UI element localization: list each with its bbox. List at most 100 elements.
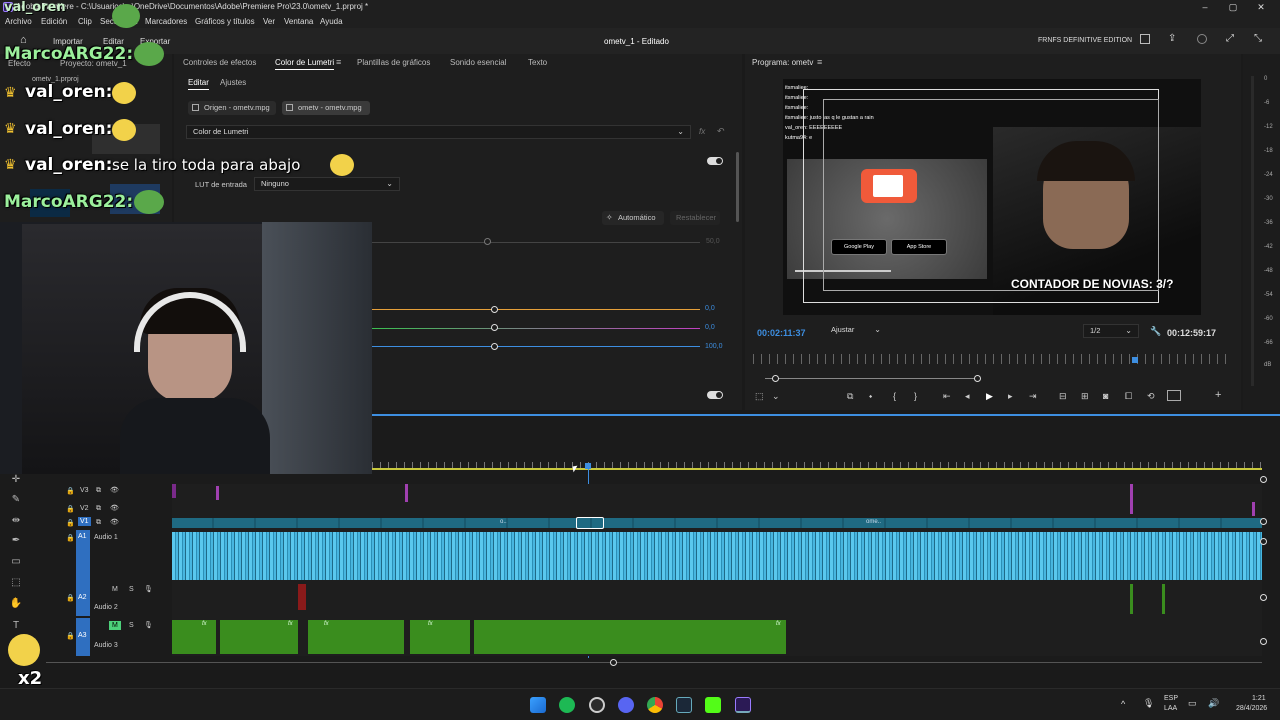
settings-dropdown-icon[interactable]: ⌄	[772, 391, 780, 402]
panel-menu-icon[interactable]: ≡	[336, 57, 341, 67]
graphic-clip[interactable]	[216, 486, 219, 500]
saturation-knob[interactable]	[491, 343, 498, 350]
add-button-icon[interactable]: +	[1215, 389, 1221, 401]
basic-correction-toggle[interactable]	[707, 157, 723, 165]
track-zoom-handle[interactable]	[1260, 538, 1267, 545]
mute-button[interactable]: M	[112, 586, 118, 593]
tab-effect-controls[interactable]: Controles de efectos	[183, 58, 256, 67]
step-forward-icon[interactable]: ▸	[1008, 391, 1013, 402]
compare-icon[interactable]: ⧠	[1125, 391, 1132, 402]
tint-value[interactable]: 0,0	[705, 324, 715, 331]
saturation-value[interactable]: 100,0	[705, 343, 723, 350]
v1-video-clips[interactable]	[172, 518, 1262, 528]
track-id[interactable]: V1	[78, 517, 91, 526]
marker-icon[interactable]: ⬚	[755, 391, 764, 402]
sync-icon[interactable]: ⧉	[96, 519, 101, 527]
menu-marcadores[interactable]: Marcadores	[145, 17, 187, 26]
a3-audio-clip[interactable]	[410, 620, 470, 654]
language-indicator-sub[interactable]: LAA	[1164, 705, 1177, 712]
zoom-bar[interactable]	[765, 378, 977, 379]
obs-icon[interactable]	[589, 697, 605, 713]
zoom-handle-right[interactable]	[974, 375, 981, 382]
track-id[interactable]: A1	[78, 533, 87, 540]
eye-icon[interactable]: 👁	[110, 486, 119, 494]
track-zoom-handle[interactable]	[1260, 594, 1267, 601]
track-zoom-handle[interactable]	[1260, 638, 1267, 645]
track-zoom-handle[interactable]	[1260, 476, 1267, 483]
menu-archivo[interactable]: Archivo	[5, 17, 32, 26]
a2-audio-clip[interactable]	[1162, 584, 1165, 614]
effect-dropdown[interactable]: Color de Lumetri ⌄	[186, 125, 691, 139]
reset-button[interactable]: Restablecer	[670, 211, 720, 225]
temperature-knob[interactable]	[491, 306, 498, 313]
a3-audio-clip[interactable]	[172, 620, 216, 654]
eye-icon[interactable]: 👁	[110, 518, 119, 526]
a3-audio-clip[interactable]	[308, 620, 404, 654]
tab-lumetri[interactable]: Color de Lumetri	[275, 58, 335, 70]
mic-icon[interactable]: 🎙	[144, 621, 153, 629]
lock-icon[interactable]: 🔒	[66, 519, 75, 527]
tint-knob[interactable]	[491, 324, 498, 331]
close-button[interactable]: ✕	[1246, 0, 1276, 14]
a3-audio-clip[interactable]	[474, 620, 786, 654]
mic-icon[interactable]: 🎙	[144, 585, 153, 593]
graphic-clip[interactable]	[1130, 484, 1133, 514]
maximize-panel-icon[interactable]: ⤡	[1254, 33, 1262, 44]
temperature-value[interactable]: 0,0	[705, 305, 715, 312]
track-id[interactable]: A3	[78, 632, 87, 639]
graphic-clip[interactable]	[1252, 502, 1255, 516]
workspaces-icon[interactable]	[1140, 34, 1150, 44]
a1-audio-clip[interactable]	[172, 532, 1262, 580]
type-tool-icon[interactable]: T	[8, 620, 24, 634]
zoom-handle-left[interactable]	[772, 375, 779, 382]
menu-ver[interactable]: Ver	[263, 17, 275, 26]
menu-graficos[interactable]: Gráficos y títulos	[195, 17, 255, 26]
go-to-in-icon[interactable]: ⇤	[943, 391, 951, 402]
timeline-scroll-handle[interactable]	[610, 659, 617, 666]
timeline-ruler[interactable]	[372, 462, 1262, 470]
lock-icon[interactable]: 🔒	[66, 487, 75, 495]
share-icon[interactable]: ⇪	[1168, 33, 1176, 44]
auto-button[interactable]: ✧ Automático	[602, 211, 664, 225]
tray-chevron-icon[interactable]: ^	[1121, 699, 1125, 709]
mute-button[interactable]: M	[109, 621, 121, 630]
network-icon[interactable]: ▭	[1188, 698, 1197, 709]
vr-icon[interactable]: ⟲	[1147, 391, 1155, 402]
lock-icon[interactable]: 🔒	[66, 505, 75, 513]
track-id[interactable]: V3	[80, 487, 89, 494]
tab-essential-sound[interactable]: Sonido esencial	[450, 58, 506, 67]
add-marker-icon[interactable]: ⬩	[869, 391, 872, 402]
lut-dropdown[interactable]: Ninguno ⌄	[254, 177, 400, 191]
lock-icon[interactable]: 🔒	[66, 534, 75, 542]
volume-icon[interactable]: 🔊	[1208, 698, 1219, 709]
selected-clip[interactable]	[576, 517, 604, 529]
video-frame[interactable]: Google Play App Store itsmaliee: itsmali…	[783, 79, 1201, 315]
sync-icon[interactable]: ⧉	[96, 505, 101, 513]
a2-audio-clip[interactable]	[298, 584, 306, 610]
lift-clip-icon[interactable]: ⊟	[1059, 391, 1067, 402]
a2-audio-clip[interactable]	[1130, 584, 1133, 614]
kick-icon[interactable]	[705, 697, 721, 713]
chrome-icon[interactable]	[647, 697, 663, 713]
lock-icon[interactable]: 🔒	[66, 594, 75, 602]
subtab-settings[interactable]: Ajustes	[220, 78, 246, 87]
panel-menu-icon[interactable]: ≡	[817, 57, 822, 67]
extract-icon[interactable]: ⊞	[1081, 391, 1089, 402]
clock-date[interactable]: 28/4/2026	[1236, 705, 1267, 712]
mic-tray-icon[interactable]: 🎙	[1143, 698, 1154, 709]
track-id[interactable]: V2	[80, 505, 89, 512]
go-to-out-icon[interactable]: ⇥	[1029, 391, 1037, 402]
windows-start-icon[interactable]	[530, 697, 546, 713]
fullscreen-icon[interactable]: ⤢	[1226, 33, 1234, 44]
spotify-icon[interactable]	[559, 697, 575, 713]
sync-icon[interactable]: ⧉	[96, 487, 101, 495]
fx-icon[interactable]: fx	[699, 127, 705, 136]
discord-icon[interactable]	[618, 697, 634, 713]
steam-icon[interactable]	[676, 697, 692, 713]
slider-knob[interactable]	[484, 238, 491, 245]
mark-in-icon[interactable]: {	[893, 391, 896, 401]
creative-toggle[interactable]	[707, 391, 723, 399]
graphic-clip[interactable]	[172, 484, 176, 498]
resolution-dropdown[interactable]: 1/2 ⌄	[1083, 324, 1139, 338]
menu-ventana[interactable]: Ventana	[284, 17, 313, 26]
